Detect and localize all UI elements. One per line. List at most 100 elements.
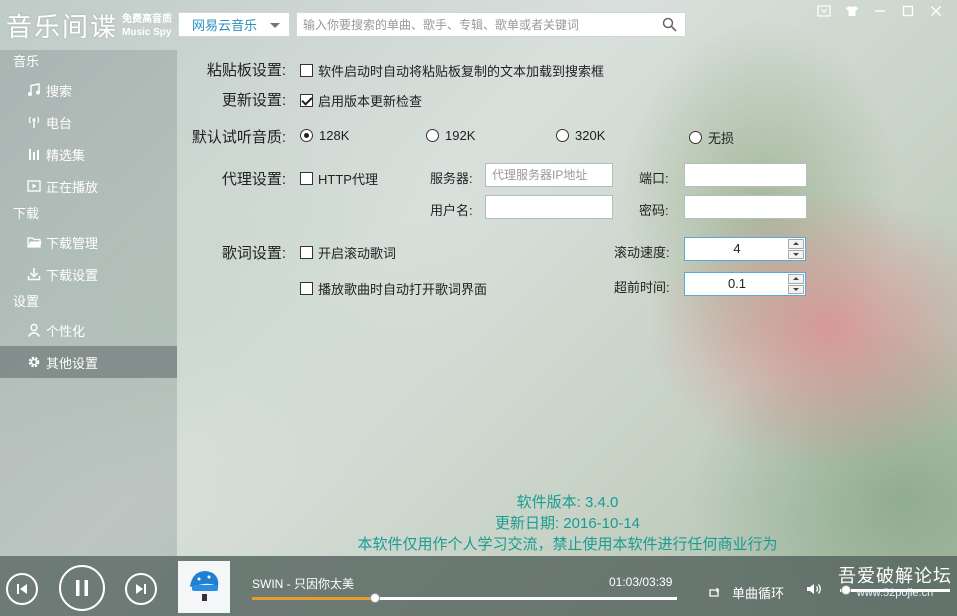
update-check-checkbox[interactable]: 启用版本更新检查 <box>300 91 422 110</box>
quality-settings-label: 默认试听音质: <box>191 129 286 146</box>
search-input[interactable] <box>297 13 647 36</box>
close-icon[interactable] <box>923 2 949 20</box>
proxy-password-input[interactable] <box>684 195 807 219</box>
folder-icon <box>26 234 42 250</box>
album-cover[interactable] <box>178 561 230 613</box>
scroll-speed-label: 滚动速度: <box>614 245 670 260</box>
download-icon <box>26 266 42 282</box>
user-icon <box>26 322 42 338</box>
chevron-down-icon <box>793 287 799 291</box>
volume-button[interactable] <box>806 582 822 599</box>
proxy-server-input[interactable]: 代理服务器IP地址 <box>485 163 613 187</box>
clipboard-settings-label: 粘贴板设置: <box>206 62 286 79</box>
sidebar-item-label: 下载管理 <box>46 235 99 251</box>
update-date-text: 更新日期: 2016-10-14 <box>494 515 641 532</box>
radio-label: 320K <box>575 128 606 143</box>
skin-icon[interactable] <box>839 2 865 20</box>
logo-subtitle: 免费高音质 Music Spy <box>122 13 172 39</box>
window-controls <box>811 2 949 20</box>
play-screen-icon <box>26 178 42 194</box>
http-proxy-checkbox[interactable]: HTTP代理 <box>300 169 378 188</box>
music-note-icon <box>26 82 42 98</box>
stepper-up-button[interactable] <box>788 274 804 284</box>
sidebar-item-label: 电台 <box>46 115 73 131</box>
chevron-down-icon <box>270 23 280 28</box>
sidebar-item-personalize[interactable]: 个性化 <box>0 314 177 346</box>
loop-mode-label: 单曲循环 <box>732 586 785 601</box>
quality-radio-lossless[interactable]: 无损 <box>689 128 734 147</box>
source-select-value: 网易云音乐 <box>192 18 258 33</box>
checkbox-box <box>300 172 313 185</box>
sidebar-item-other-settings[interactable]: 其他设置 <box>0 346 177 378</box>
radio-label: 192K <box>445 128 476 143</box>
loop-mode-button[interactable]: 单曲循环 <box>706 583 784 602</box>
quality-radio-192k[interactable]: 192K <box>426 128 475 143</box>
gear-icon <box>26 354 42 370</box>
skip-next-icon <box>136 584 146 594</box>
skip-previous-icon <box>17 584 27 594</box>
sidebar-item-radio[interactable]: 电台 <box>0 106 177 138</box>
next-button[interactable] <box>125 573 157 605</box>
scroll-lyrics-checkbox[interactable]: 开启滚动歌词 <box>300 243 396 262</box>
chevron-down-icon <box>793 252 799 256</box>
lyrics-settings-label: 歌词设置: <box>221 245 286 262</box>
checkbox-box <box>300 94 313 107</box>
chevron-up-icon <box>793 277 799 281</box>
bars-icon <box>26 146 42 162</box>
search-icon[interactable] <box>662 17 677 35</box>
radio-icon <box>26 114 42 130</box>
checkbox-box <box>300 64 313 77</box>
progress-handle[interactable] <box>370 593 381 603</box>
previous-button[interactable] <box>6 573 38 605</box>
minimize-icon[interactable] <box>867 2 893 20</box>
checkbox-label: 启用版本更新检查 <box>318 94 423 109</box>
sidebar: 音乐 搜索 电台 精选集 正在播放 下载 下载管理 下载设置 设置 个性化 其他… <box>0 50 177 556</box>
music-source-select[interactable]: 网易云音乐 <box>178 12 290 37</box>
quality-radio-320k[interactable]: 320K <box>556 128 605 143</box>
sidebar-section-settings: 设置 <box>13 294 40 309</box>
sidebar-item-label: 下载设置 <box>46 267 99 283</box>
scroll-speed-value: 4 <box>733 241 741 256</box>
scroll-speed-stepper[interactable]: 4 <box>684 237 806 261</box>
version-text: 软件版本: 3.4.0 <box>516 494 619 511</box>
app-logo: 音乐间谍 免费高音质 Music Spy <box>6 7 172 44</box>
stepper-arrows <box>788 274 804 294</box>
menu-icon[interactable] <box>811 2 837 20</box>
radio-circle <box>556 129 569 142</box>
advance-time-label: 超前时间: <box>614 280 670 295</box>
advance-time-stepper[interactable]: 0.1 <box>684 272 806 296</box>
radio-label: 无损 <box>708 131 735 146</box>
quality-radio-128k[interactable]: 128K <box>300 128 349 143</box>
checkbox-box <box>300 246 313 259</box>
proxy-port-label: 端口: <box>639 171 669 186</box>
maximize-icon[interactable] <box>895 2 921 20</box>
stepper-up-button[interactable] <box>788 239 804 249</box>
sidebar-item-featured[interactable]: 精选集 <box>0 138 177 170</box>
clipboard-autoload-checkbox[interactable]: 软件启动时自动将粘贴板复制的文本加载到搜索框 <box>300 61 604 80</box>
chevron-up-icon <box>793 242 799 246</box>
sidebar-item-download-settings[interactable]: 下载设置 <box>0 258 177 290</box>
update-settings-label: 更新设置: <box>221 92 286 109</box>
album-art-icon <box>190 571 219 601</box>
watermark-title: 吾爱破解论坛 <box>838 566 952 586</box>
forum-watermark: 吾爱破解论坛 www.52pojie.cn <box>838 566 952 600</box>
pause-button[interactable] <box>59 565 105 611</box>
sidebar-section-download: 下载 <box>13 206 40 221</box>
sidebar-item-download-manager[interactable]: 下载管理 <box>0 226 177 258</box>
sidebar-item-search[interactable]: 搜索 <box>0 74 177 106</box>
title-bar: 音乐间谍 免费高音质 Music Spy 网易云音乐 <box>0 0 957 50</box>
sidebar-item-now-playing[interactable]: 正在播放 <box>0 170 177 202</box>
progress-bar[interactable] <box>252 593 677 603</box>
advance-time-value: 0.1 <box>727 276 747 291</box>
stepper-down-button[interactable] <box>788 284 804 294</box>
checkbox-box <box>300 282 313 295</box>
auto-open-lyrics-checkbox[interactable]: 播放歌曲时自动打开歌词界面 <box>300 279 487 298</box>
sidebar-item-label: 搜索 <box>46 83 73 99</box>
sidebar-item-label: 精选集 <box>46 147 86 163</box>
logo-sub-line1: 免费高音质 <box>122 13 173 25</box>
proxy-username-input[interactable] <box>485 195 613 219</box>
proxy-port-input[interactable] <box>684 163 807 187</box>
stepper-arrows <box>788 239 804 259</box>
stepper-down-button[interactable] <box>788 249 804 259</box>
progress-fill <box>252 597 376 600</box>
